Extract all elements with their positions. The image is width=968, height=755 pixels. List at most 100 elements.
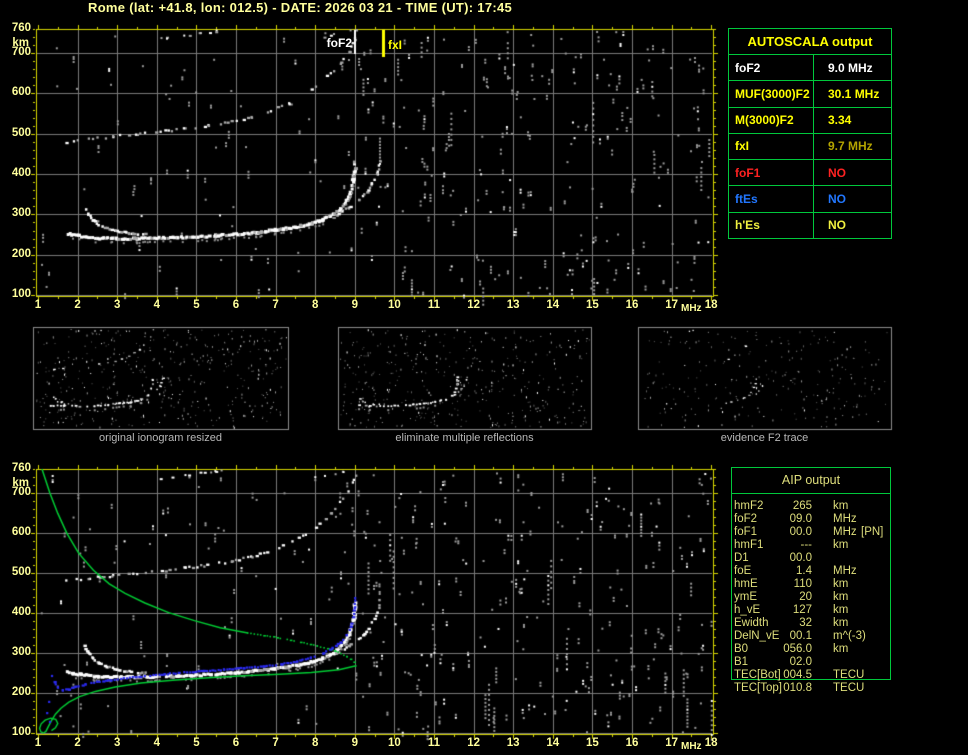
aip-param-unit: MHz [833,565,857,577]
aip-param-value: 110 [793,578,812,590]
aip-row-tecbot: TEC[Bot] 004.5 TECU [734,669,892,682]
aip-row-hme: hmE 110 km [734,578,892,591]
y-axis-tick: 200 [11,686,31,698]
aip-row-hmf2: hmF2 265 km [734,500,892,513]
aip-param-unit: km [833,591,849,603]
aip-param-unit: km [833,617,849,629]
x-axis-tick: 12 [467,737,480,749]
autoscala-param-value: 9.7 MHz [828,139,873,154]
aip-param-label: B0 [734,643,749,655]
aip-table-title: AIP output [781,473,841,487]
aip-param-value: 20 [799,591,812,603]
aip-param-unit: km [833,500,849,512]
autoscala-param-label: h'Es [729,212,814,238]
x-axis-tick: 16 [625,299,639,311]
aip-table-separator [731,493,891,494]
y-axis-tick: 500 [11,126,31,139]
autoscala-param-label: MUF(3000)F2 [729,81,814,107]
autoscala-param-label: foF1 [729,160,814,186]
aip-param-label: ymE [734,591,757,603]
foF2-marker-label: foF2 [326,36,352,50]
autoscala-param-value: NO [828,218,846,233]
autoscala-param-value: 3.34 [828,113,852,128]
x-axis-tick: 4 [153,299,160,311]
aip-row-delnve: DelN_vE 00.1 m^(-3) [734,630,892,643]
y-axis-tick: 400 [11,167,31,180]
aip-row-hmf1: hmF1 --- km [734,539,892,552]
aip-param-label: foF1 [734,526,758,538]
x-axis-tick: 2 [74,299,81,311]
autoscala-table-rows: foF2 9.0 MHz MUF(3000)F2 30.1 MHz M(3000)F2 3… [729,54,891,238]
aip-row-b1: B1 02.0 [734,656,892,669]
aip-param-unit: MHz [833,526,857,538]
x-axis-tick: 11 [427,737,441,749]
aip-row-d1: D1 00.0 [734,552,892,565]
x-axis-tick: 4 [153,737,160,749]
x-axis-tick: 5 [193,737,200,749]
y-axis-tick: 600 [11,86,31,99]
x-axis-tick: 15 [585,299,599,311]
aip-param-note: [PN] [861,526,884,538]
autoscala-output-table: AUTOSCALA output foF2 9.0 MHz MUF(3000)F2 3… [728,28,892,239]
x-axis-tick: 11 [427,299,441,311]
autoscala-param-value: 9.0 MHz [828,60,873,75]
aip-param-value: 00.1 [789,630,812,642]
aip-row-fof1: foF1 00.0 MHz [PN] [734,526,892,539]
x-axis-tick: 16 [625,737,639,749]
aip-param-unit: TECU [833,669,865,681]
x-axis-tick: 2 [74,737,81,749]
autoscala-param-label: ftEs [729,186,814,212]
aip-param-unit: km [833,643,849,655]
aip-param-label: h_vE [734,604,761,616]
autoscala-row-hes: h'Es NO [729,211,891,238]
aip-param-value: 32 [799,617,812,629]
aip-param-value: 265 [792,500,812,512]
y-axis-tick: 300 [11,207,31,220]
aip-param-label: foF2 [734,513,758,525]
thumbnail-caption-original: original ionogram resized [99,432,222,444]
x-axis-tick: 1 [34,737,42,749]
y-axis-tick: 400 [11,606,31,618]
x-axis-tick: 12 [467,299,480,311]
aip-param-value: 004.5 [783,669,812,681]
aip-param-label: hmF2 [734,500,764,512]
aip-param-unit: m^(-3) [833,630,866,642]
aip-param-unit: km [833,604,849,616]
aip-row-tectop: TEC[Top] 010.8 TECU [734,682,892,695]
thumbnail-caption-eliminate: eliminate multiple reflections [395,432,534,444]
x-axis-tick: 7 [272,737,279,749]
aip-param-label: B1 [734,656,749,668]
aip-param-unit: TECU [833,682,865,694]
x-axis-tick: 10 [387,737,401,749]
x-axis-tick: 13 [506,737,520,749]
x-axis-tick: 6 [232,737,240,749]
aip-param-value: 010.8 [783,682,812,694]
aip-param-label: Ewidth [734,617,769,629]
autoscala-param-value: 30.1 MHz [828,86,880,101]
x-axis-tick: 3 [113,299,121,311]
x-axis-tick: 15 [585,737,599,749]
y-axis-tick: 200 [11,247,31,260]
autoscala-ionogram-screen: Rome (lat: +41.8, lon: 012.5) - DATE: 20… [0,0,968,755]
page-title: Rome (lat: +41.8, lon: 012.5) - DATE: 20… [88,0,513,15]
aip-row-yme: ymE 20 km [734,591,892,604]
autoscala-row-fof2: foF2 9.0 MHz [729,54,891,81]
x-axis-tick: 9 [351,737,358,749]
autoscala-row-muf3000f2: MUF(3000)F2 30.1 MHz [729,80,891,107]
x-axis-tick: 8 [311,737,319,749]
x-axis-tick: 18 [704,737,718,749]
aip-row-b0: B0 056.0 km [734,643,892,656]
aip-param-unit: km [833,539,849,551]
aip-param-label: D1 [734,552,749,564]
autoscala-row-fof1: foF1 NO [729,159,891,186]
aip-param-value: --- [800,539,813,551]
x-axis-tick: 17 [665,299,678,311]
x-axis-tick: 8 [311,299,319,311]
autoscala-param-value: NO [828,165,846,180]
aip-param-label: hmF1 [734,539,764,551]
y-axis-tick: 600 [11,526,31,538]
aip-param-unit: km [833,578,849,590]
autoscala-row-m3000f2: M(3000)F2 3.34 [729,106,891,133]
autoscala-row-ftes: ftEs NO [729,185,891,212]
autoscala-row-fxi: fxI 9.7 MHz [729,132,891,160]
